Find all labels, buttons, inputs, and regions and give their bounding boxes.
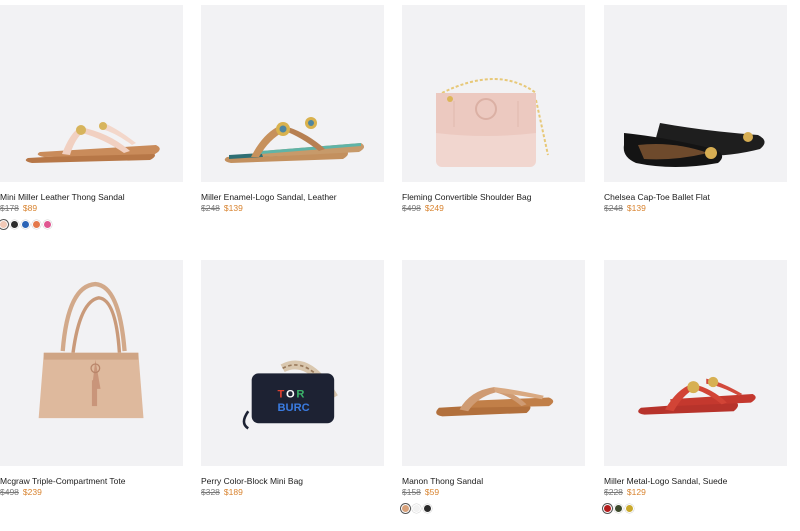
product-image[interactable]: T O R BURC [201, 260, 384, 466]
product-price: $178 $89 [0, 203, 37, 213]
product-name[interactable]: Chelsea Cap-Toe Ballet Flat [604, 192, 710, 202]
product-price: $228 $129 [604, 487, 646, 497]
product-price: $248 $139 [604, 203, 646, 213]
thong-sandal-image [25, 122, 160, 163]
suede-sandal-image [638, 376, 756, 415]
sale-price: $59 [424, 487, 440, 497]
product-image[interactable] [604, 260, 787, 466]
enamel-sandal-image [224, 117, 365, 163]
color-swatch[interactable] [22, 221, 29, 228]
original-price: $248 [604, 203, 623, 213]
sale-price: $189 [223, 487, 243, 497]
product-price: $158 $59 [402, 487, 439, 497]
product-name[interactable]: Miller Metal-Logo Sandal, Suede [604, 476, 727, 486]
product-price: $498 $249 [402, 203, 444, 213]
color-swatch[interactable] [604, 505, 611, 512]
product-image[interactable] [604, 5, 787, 182]
product-name[interactable]: Perry Color-Block Mini Bag [201, 476, 303, 486]
product-image[interactable] [402, 260, 585, 466]
product-name[interactable]: Mcgraw Triple-Compartment Tote [0, 476, 126, 486]
product-image[interactable] [201, 5, 384, 182]
tote-bag-image [38, 281, 144, 419]
color-swatches [402, 505, 431, 512]
bag-logo-text: BURC [277, 402, 309, 414]
sale-price: $249 [424, 203, 444, 213]
product-name[interactable]: Miller Enamel-Logo Sandal, Leather [201, 192, 337, 202]
color-swatches [604, 505, 633, 512]
product-name[interactable]: Fleming Convertible Shoulder Bag [402, 192, 531, 202]
color-swatch[interactable] [424, 505, 431, 512]
color-swatch[interactable] [626, 505, 633, 512]
original-price: $328 [201, 487, 220, 497]
original-price: $498 [402, 203, 421, 213]
product-image[interactable] [402, 5, 585, 182]
color-swatch[interactable] [615, 505, 622, 512]
sale-price: $239 [22, 487, 42, 497]
original-price: $248 [201, 203, 220, 213]
color-swatch[interactable] [44, 221, 51, 228]
bag-logo-text: T [277, 388, 284, 400]
product-image[interactable] [0, 260, 183, 466]
sale-price: $139 [626, 203, 646, 213]
sale-price: $89 [22, 203, 38, 213]
manon-sandal-image [436, 387, 554, 417]
product-name[interactable]: Manon Thong Sandal [402, 476, 483, 486]
product-price: $328 $189 [201, 487, 243, 497]
color-swatches [0, 221, 51, 228]
bag-logo-text: O [286, 388, 295, 400]
sale-price: $139 [223, 203, 243, 213]
original-price: $498 [0, 487, 19, 497]
product-price: $248 $139 [201, 203, 243, 213]
product-price: $498 $239 [0, 487, 42, 497]
original-price: $178 [0, 203, 19, 213]
original-price: $158 [402, 487, 421, 497]
shoulder-bag-image [436, 78, 549, 167]
product-name[interactable]: Mini Miller Leather Thong Sandal [0, 192, 125, 202]
color-swatch[interactable] [0, 221, 7, 228]
ballet-flat-image [623, 123, 765, 167]
color-swatch[interactable] [413, 505, 420, 512]
original-price: $228 [604, 487, 623, 497]
sale-price: $129 [626, 487, 646, 497]
product-image[interactable] [0, 5, 183, 182]
mini-bag-image: T O R BURC [242, 360, 338, 430]
color-swatch[interactable] [33, 221, 40, 228]
bag-logo-text: R [296, 388, 304, 400]
color-swatch[interactable] [402, 505, 409, 512]
color-swatch[interactable] [11, 221, 18, 228]
